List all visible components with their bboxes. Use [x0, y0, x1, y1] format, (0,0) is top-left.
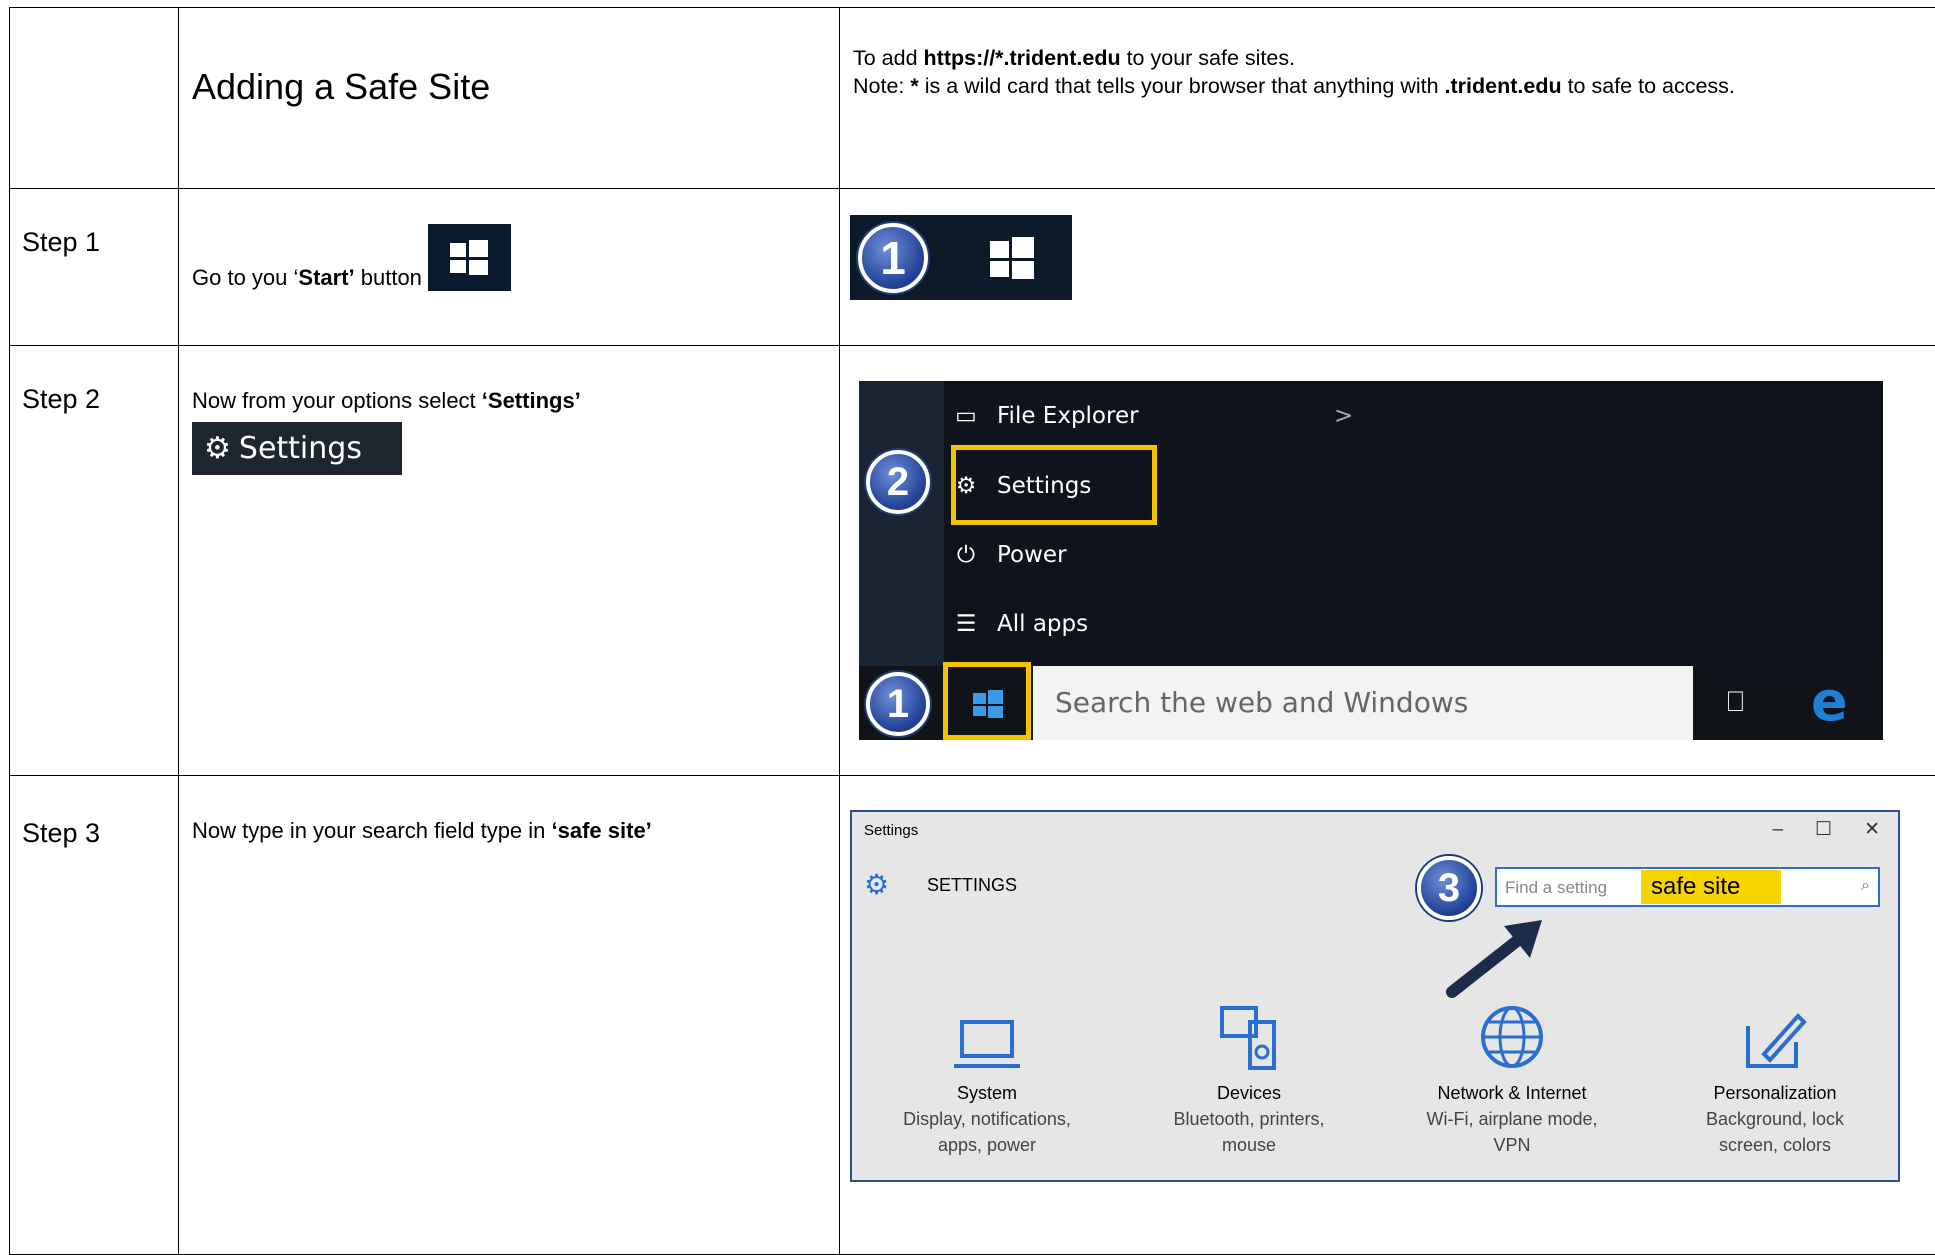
settings-highlight	[951, 445, 1157, 525]
tile-network-desc2: VPN	[1407, 1132, 1617, 1158]
menu-rail	[859, 381, 944, 666]
laptop-icon	[952, 1016, 1022, 1072]
taskbar: 1 Search the web and Windows ⎕ e	[859, 666, 1883, 740]
tile-devices-desc2: mouse	[1144, 1132, 1354, 1158]
step-1-prefix: Go to you ‘	[192, 265, 298, 290]
step-3-text-cell: Now type in your search field type in ‘s…	[179, 776, 840, 1255]
note-star: *	[910, 74, 918, 98]
find-setting-placeholder: Find a setting	[1505, 878, 1607, 898]
step-1-text: Go to you ‘Start’ button	[192, 224, 839, 291]
task-view-icon[interactable]: ⎕	[1727, 686, 1744, 719]
list-icon: ☰	[949, 611, 983, 637]
tile-personalization-desc2: screen, colors	[1670, 1132, 1880, 1158]
settings-window-screenshot: Settings – ☐ ✕ ⚙ SETTINGS 3 Find a setting…	[850, 810, 1900, 1182]
search-value-highlight: safe site	[1641, 870, 1781, 904]
all-apps-label: All apps	[997, 611, 1088, 637]
maximize-button[interactable]: ☐	[1815, 819, 1832, 840]
tile-personalization[interactable]: PersonalizationBackground, lockscreen, c…	[1670, 1002, 1880, 1158]
minimize-button[interactable]: –	[1772, 819, 1783, 840]
edge-browser-icon[interactable]: e	[1811, 670, 1848, 733]
step-1-bold: Start’	[298, 265, 354, 290]
tile-system[interactable]: SystemDisplay, notifications,apps, power	[882, 1002, 1092, 1158]
close-button[interactable]: ✕	[1864, 819, 1880, 840]
step-3-label: Step 3	[22, 818, 178, 849]
header-row: Adding a Safe Site To add https://*.trid…	[10, 8, 1935, 189]
taskbar-search-input[interactable]: Search the web and Windows	[1033, 666, 1693, 740]
settings-button-label: Settings	[239, 431, 362, 466]
power-icon: ⏻	[949, 542, 983, 568]
step-3-prefix: Now type in your search field type in	[192, 818, 552, 843]
note-mid: is a wild card that tells your browser t…	[919, 74, 1445, 98]
tile-network-title: Network & Internet	[1407, 1080, 1617, 1106]
tile-system-desc1: Display, notifications,	[882, 1106, 1092, 1132]
chevron-right-icon: >	[1334, 403, 1353, 429]
settings-button-image: ⚙Settings	[192, 422, 402, 475]
tile-system-title: System	[882, 1080, 1092, 1106]
step-3-badge: 3	[1417, 856, 1481, 920]
tile-personalization-desc1: Background, lock	[1670, 1106, 1880, 1132]
step-1-label-cell: Step 1	[10, 189, 179, 346]
power-label: Power	[997, 542, 1067, 568]
step-2-text-cell: Now from your options select ‘Settings’ …	[179, 346, 840, 776]
menu-item-all-apps[interactable]: ☰ All apps	[949, 611, 1088, 637]
step-2-bold: ‘Settings’	[482, 388, 581, 413]
page-title: Adding a Safe Site	[192, 66, 839, 108]
window-controls: – ☐ ✕	[1772, 818, 1880, 841]
title-cell: Adding a Safe Site	[179, 8, 840, 189]
header-blank-cell	[10, 8, 179, 189]
start-menu-screenshot: ▭File Explorer> ⚙Settings ⏻Power ☰All ap…	[859, 381, 1883, 740]
step-2-prefix: Now from your options select	[192, 388, 482, 413]
devices-icon	[1214, 1002, 1284, 1072]
search-icon: ⌕	[1861, 877, 1870, 895]
note-prefix: Note:	[853, 74, 910, 98]
tile-devices-desc1: Bluetooth, printers,	[1144, 1106, 1354, 1132]
step-3-label-cell: Step 3	[10, 776, 179, 1255]
windows-start-icon[interactable]	[973, 690, 1003, 718]
tile-network[interactable]: Network & InternetWi-Fi, airplane mode,V…	[1407, 1002, 1617, 1158]
globe-icon	[1477, 1002, 1547, 1072]
paintbrush-icon	[1740, 1008, 1810, 1072]
step-1-suffix: button	[355, 265, 422, 290]
note-suffix: to safe to access.	[1562, 74, 1735, 98]
tile-devices[interactable]: DevicesBluetooth, printers,mouse	[1144, 1002, 1354, 1158]
folder-icon: ▭	[949, 403, 983, 429]
intro-prefix: To add	[853, 46, 924, 70]
step-1-text-cell: Go to you ‘Start’ button	[179, 189, 840, 346]
step-3-bold: ‘safe site’	[552, 818, 652, 843]
step-2-text: Now from your options select ‘Settings’	[192, 388, 839, 414]
step-1-taskbar-badge: 1	[866, 672, 930, 736]
step-1-label: Step 1	[22, 227, 178, 258]
arrow-icon	[1442, 912, 1552, 1002]
step-2-label-cell: Step 2	[10, 346, 179, 776]
step-2-label: Step 2	[22, 384, 178, 415]
menu-item-power[interactable]: ⏻ Power	[949, 542, 1067, 568]
start-button-screenshot: 1	[850, 215, 1072, 300]
settings-window-title: Settings	[864, 822, 918, 839]
file-explorer-label: File Explorer	[997, 403, 1139, 429]
find-setting-input[interactable]: Find a setting safe site ⌕	[1495, 867, 1880, 907]
intro-url: https://*.trident.edu	[924, 46, 1121, 70]
tile-personalization-title: Personalization	[1670, 1080, 1880, 1106]
intro-text: To add https://*.trident.edu to your saf…	[840, 8, 1935, 100]
step-3-text: Now type in your search field type in ‘s…	[192, 818, 839, 844]
note-domain: .trident.edu	[1445, 74, 1562, 98]
tile-system-desc2: apps, power	[882, 1132, 1092, 1158]
intro-suffix: to your safe sites.	[1121, 46, 1295, 70]
tile-devices-title: Devices	[1144, 1080, 1354, 1106]
tile-network-desc1: Wi-Fi, airplane mode,	[1407, 1106, 1617, 1132]
windows-logo-icon	[990, 237, 1034, 279]
step-1-badge: 1	[858, 223, 928, 293]
intro-cell: To add https://*.trident.edu to your saf…	[840, 8, 1935, 189]
step-2-badge: 2	[866, 450, 930, 514]
start-button-icon	[428, 224, 511, 291]
gear-icon: ⚙	[204, 431, 231, 466]
menu-item-file-explorer[interactable]: ▭File Explorer>	[949, 403, 1139, 429]
settings-gear-icon: ⚙	[864, 868, 889, 901]
settings-heading: SETTINGS	[927, 875, 1017, 896]
